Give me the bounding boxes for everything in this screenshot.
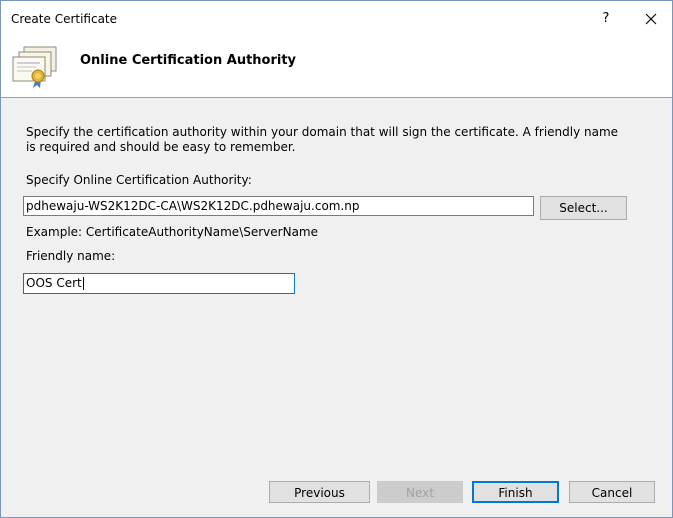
close-button[interactable] bbox=[639, 8, 663, 30]
friendly-name-input[interactable]: OOS Cert bbox=[23, 273, 295, 294]
certificate-icon bbox=[12, 46, 57, 88]
friendly-name-label: Friendly name: bbox=[26, 249, 116, 263]
title-bar: Create Certificate ? bbox=[1, 1, 672, 37]
wizard-content: Specify the certification authority with… bbox=[1, 98, 672, 517]
text-caret bbox=[82, 277, 84, 290]
cancel-button[interactable]: Cancel bbox=[569, 481, 655, 503]
window-title: Create Certificate bbox=[11, 12, 118, 26]
previous-button[interactable]: Previous bbox=[269, 481, 370, 503]
finish-button[interactable]: Finish bbox=[472, 481, 559, 503]
description-text: Specify the certification authority with… bbox=[26, 125, 619, 154]
example-text: Example: CertificateAuthorityName\Server… bbox=[26, 225, 318, 239]
create-certificate-dialog: Create Certificate ? Online Certificatio… bbox=[0, 0, 673, 518]
help-button[interactable]: ? bbox=[594, 8, 618, 30]
next-button[interactable]: Next bbox=[377, 481, 463, 503]
select-button[interactable]: Select... bbox=[540, 196, 627, 220]
friendly-name-value: OOS Cert bbox=[26, 276, 82, 290]
close-icon bbox=[645, 13, 657, 25]
page-title: Online Certification Authority bbox=[80, 53, 297, 68]
ca-input[interactable]: pdhewaju-WS2K12DC-CA\WS2K12DC.pdhewaju.c… bbox=[23, 196, 534, 216]
ca-label: Specify Online Certification Authority: bbox=[26, 173, 252, 187]
wizard-header: Online Certification Authority bbox=[1, 37, 672, 98]
